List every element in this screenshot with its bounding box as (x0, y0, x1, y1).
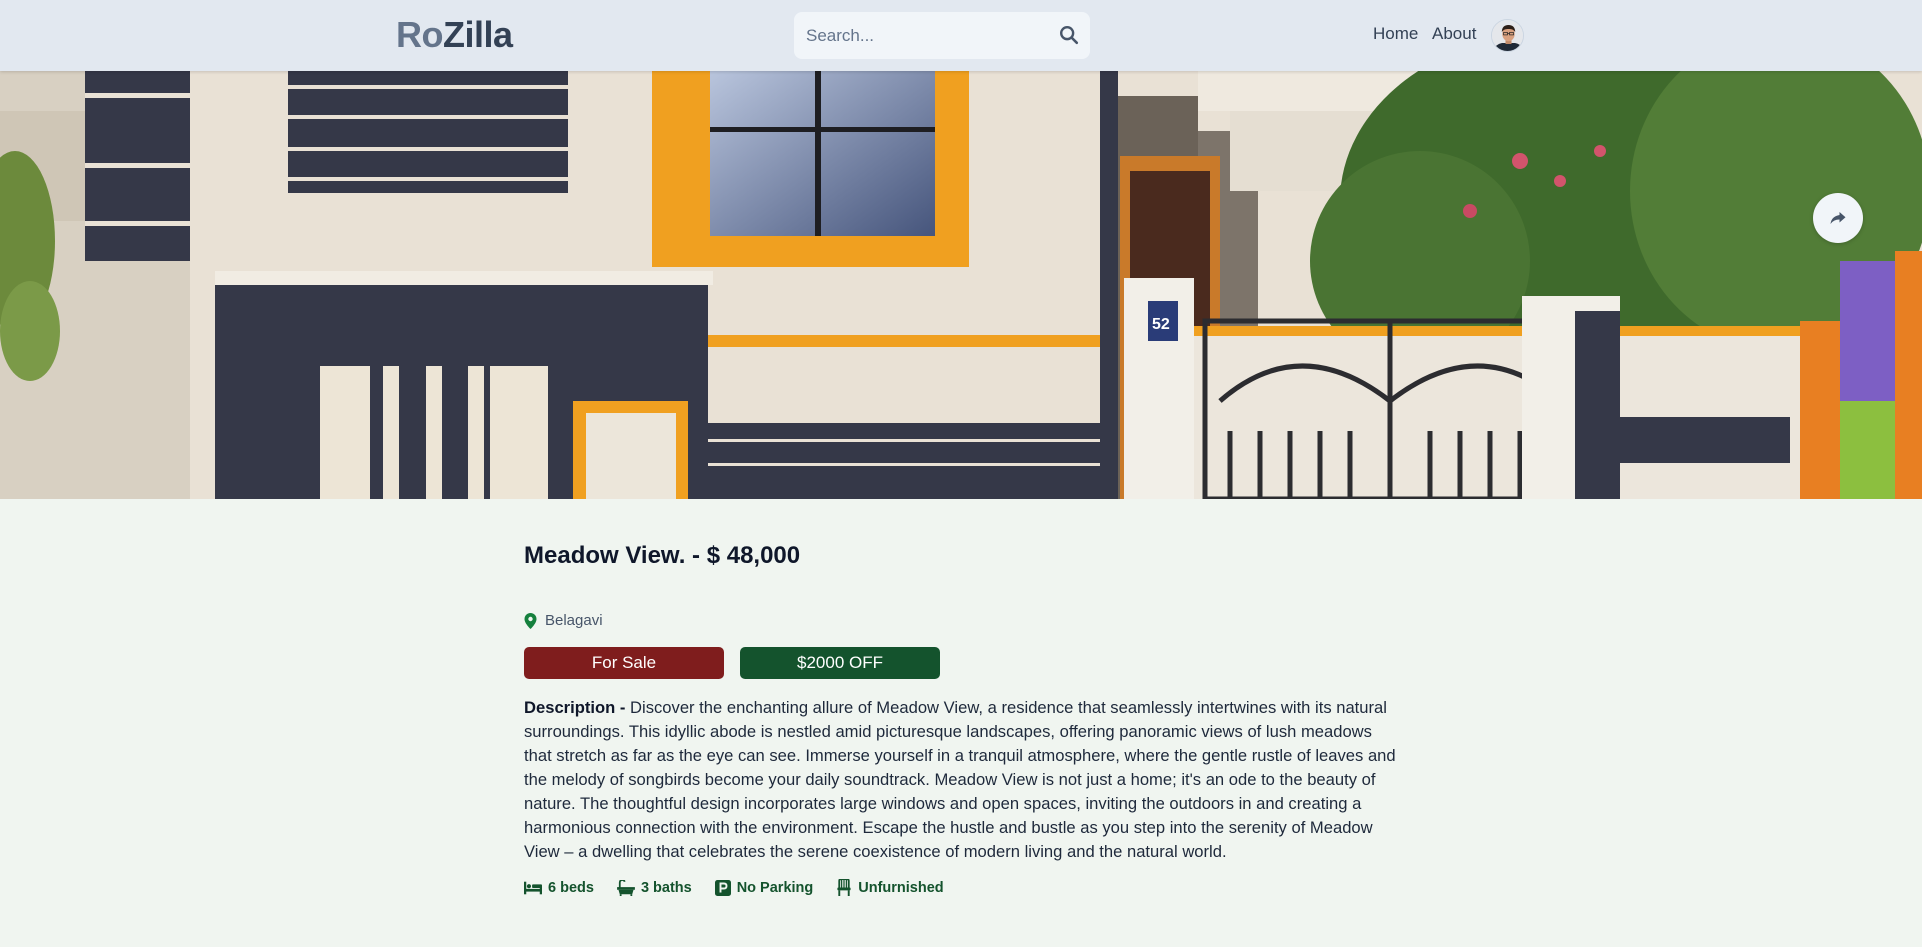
nav-home-link[interactable]: Home (1373, 24, 1418, 44)
map-pin-icon (524, 612, 537, 629)
description-label: Description - (524, 698, 631, 717)
logo[interactable]: RoZilla (396, 14, 513, 56)
search-input[interactable] (806, 22, 1046, 49)
search-bar (794, 12, 1090, 59)
house-number: 52 (1152, 316, 1170, 333)
beds-label: 6 beds (548, 879, 594, 896)
nav-about-link[interactable]: About (1432, 24, 1476, 44)
listing-title: Meadow View. - $ 48,000 (524, 542, 801, 569)
logo-part-zilla: Zilla (443, 14, 513, 55)
chair-icon (837, 879, 851, 896)
baths-label: 3 baths (640, 879, 692, 896)
parking-label: No Parking (736, 879, 814, 896)
share-icon (1830, 212, 1846, 224)
house-photo: 52 (0, 71, 1922, 499)
furnished-label: Unfurnished (858, 879, 944, 896)
property-hero-image: 52 (0, 71, 1922, 499)
bed-icon (524, 881, 542, 894)
feature-beds: 6 beds (524, 880, 594, 896)
discount-badge: $2000 OFF (740, 647, 940, 679)
logo-part-ro: Ro (396, 14, 444, 55)
location-text: Belagavi (545, 612, 603, 629)
listing-description: Description - Discover the enchanting al… (524, 696, 1400, 864)
feature-furnished: Unfurnished (836, 879, 944, 896)
user-avatar[interactable] (1491, 19, 1524, 52)
for-sale-badge: For Sale (524, 647, 724, 679)
features-list: 6 beds 3 baths No Parking Unfurnished (524, 879, 967, 896)
bath-icon (617, 879, 635, 896)
share-button[interactable] (1813, 193, 1863, 243)
listing-location: Belagavi (524, 612, 603, 629)
parking-icon (714, 879, 731, 896)
feature-baths: 3 baths (617, 879, 692, 896)
search-icon[interactable] (1058, 24, 1080, 46)
header: RoZilla Home About (0, 0, 1922, 71)
feature-parking: No Parking (714, 879, 814, 896)
description-text: Discover the enchanting allure of Meadow… (524, 698, 1396, 861)
